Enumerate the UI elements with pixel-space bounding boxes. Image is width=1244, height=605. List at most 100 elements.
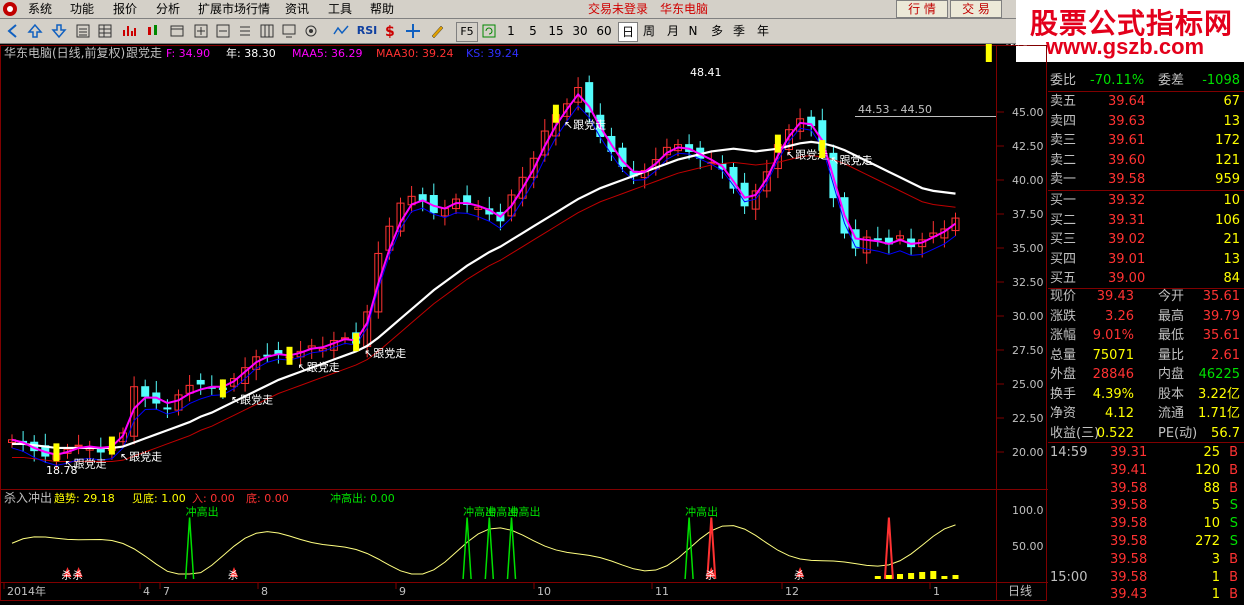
period-n[interactable]: N xyxy=(686,22,700,40)
weibi-value: -70.11% xyxy=(1090,73,1145,88)
up-arrow-icon[interactable] xyxy=(26,22,44,40)
menu-quote[interactable]: 报价 xyxy=(113,1,137,17)
bid-row: 买一 39.32 10 xyxy=(1048,192,1244,210)
stat-label: 总量 xyxy=(1050,347,1077,363)
target-icon[interactable] xyxy=(302,22,320,40)
subchart-title: 杀入冲出 xyxy=(4,490,52,505)
period-15min[interactable]: 15 xyxy=(546,22,566,40)
stat-value: 46225 xyxy=(1198,367,1240,382)
header-nian-value: 年: 38.30 xyxy=(226,46,276,60)
zoom-in-icon[interactable] xyxy=(192,22,210,40)
toolbar: RSI $ F5 1 5 15 30 60 日 周 月 N 多 季 年 xyxy=(0,19,1016,44)
money-icon[interactable]: $ xyxy=(380,22,398,40)
monitor-icon[interactable] xyxy=(280,22,298,40)
period-1min[interactable]: 1 xyxy=(504,22,518,40)
signal-label: ↖跟党走 xyxy=(231,393,273,406)
down-arrow-icon[interactable] xyxy=(50,22,68,40)
weicha-value: -1098 xyxy=(1202,73,1240,88)
menu-help[interactable]: 帮助 xyxy=(370,1,394,17)
tick-price: 39.58 xyxy=(1110,516,1148,532)
candle-body xyxy=(873,238,882,241)
x-tick-label: 2014年 xyxy=(7,584,46,598)
header-ks-value: KS: 39.24 xyxy=(466,47,519,60)
menu-extended-market[interactable]: 扩展市场行情 xyxy=(198,1,270,17)
signal-label: ↖跟党走 xyxy=(830,154,872,167)
candle-body xyxy=(74,444,83,447)
table-icon[interactable] xyxy=(96,22,114,40)
tick-price: 39.58 xyxy=(1110,551,1148,567)
rush-spike xyxy=(484,517,495,580)
ask-row: 卖三 39.61 172 xyxy=(1048,132,1244,150)
pencil-icon[interactable] xyxy=(428,22,446,40)
signal-marker xyxy=(985,44,992,62)
bar-chart-icon[interactable] xyxy=(120,22,138,40)
menu-function[interactable]: 功能 xyxy=(70,1,94,17)
chart-stock-title: 华东电脑(日线,前复权) xyxy=(4,45,125,60)
period-60min[interactable]: 60 xyxy=(594,22,614,40)
tick-side: S xyxy=(1229,498,1238,514)
price-tick-label: 37.50 xyxy=(1012,208,1044,221)
app-logo-icon xyxy=(3,2,17,16)
signal-marker xyxy=(353,333,360,352)
stat-value: 2.61 xyxy=(1211,347,1240,363)
lines-icon[interactable] xyxy=(236,22,254,40)
period-multi[interactable]: 多 xyxy=(708,22,726,40)
menu-tools[interactable]: 工具 xyxy=(328,1,352,17)
period-5min[interactable]: 5 xyxy=(526,22,540,40)
kill-label: 杀 xyxy=(794,569,804,582)
stat-label: 换手 xyxy=(1050,386,1077,402)
chart-area[interactable]: 华东电脑(日线,前复权) 跟党走 F: 34.90 年: 38.30 MAA5:… xyxy=(0,34,1048,602)
signal-label: ↖跟党走 xyxy=(997,44,1039,47)
chart-indicator-name: 跟党走 xyxy=(126,45,162,60)
x-tick-label: 10 xyxy=(537,585,551,598)
quote-button[interactable]: 行 情 xyxy=(896,0,948,18)
move-icon[interactable] xyxy=(404,22,422,40)
signal-label: ↖跟党走 xyxy=(120,451,162,464)
kill-label: 杀 xyxy=(228,569,238,582)
stat-label: 最低 xyxy=(1158,328,1185,343)
signal-label: ↖跟党走 xyxy=(564,119,606,132)
ask-volume: 67 xyxy=(1223,94,1240,109)
rsi-button[interactable]: RSI xyxy=(356,22,378,40)
quote-panel: 委比 -70.11% 委差 -1098 卖五 39.64 67 卖四 39.63 13 卖三 39.6… xyxy=(1048,62,1244,602)
tick-side: B xyxy=(1229,445,1238,460)
stat-value: 1.71亿 xyxy=(1198,406,1240,421)
candle-icon[interactable] xyxy=(144,22,162,40)
period-week[interactable]: 周 xyxy=(640,22,658,40)
subchart-plot: 冲高出 冲高出冲高出冲高出 冲高出杀杀杀杀杀 xyxy=(11,505,959,582)
refresh-icon[interactable] xyxy=(480,22,498,40)
wave-icon[interactable] xyxy=(332,22,350,40)
kline-chart[interactable]: 华东电脑(日线,前复权) 跟党走 F: 34.90 年: 38.30 MAA5:… xyxy=(0,34,1048,602)
period-month[interactable]: 月 xyxy=(664,22,682,40)
period-tab-daily[interactable]: 日线 xyxy=(1008,584,1032,598)
signal-marker xyxy=(552,104,559,123)
grid-icon[interactable] xyxy=(258,22,276,40)
back-arrow-icon[interactable] xyxy=(4,22,22,40)
bid-row: 买二 39.31 106 xyxy=(1048,212,1244,230)
watermark-url: www.gszb.com xyxy=(1046,34,1205,59)
menu-news[interactable]: 资讯 xyxy=(285,1,309,17)
menu-system[interactable]: 系统 xyxy=(28,1,52,17)
period-quarter[interactable]: 季 xyxy=(730,22,748,40)
period-year[interactable]: 年 xyxy=(754,22,772,40)
tick-row: 39.58 88 B xyxy=(1048,480,1244,498)
zoom-out-icon[interactable] xyxy=(214,22,232,40)
menu-analysis[interactable]: 分析 xyxy=(156,1,180,17)
trade-button[interactable]: 交 易 xyxy=(950,0,1002,18)
window-icon[interactable] xyxy=(168,22,186,40)
f5-button[interactable]: F5 xyxy=(456,22,478,42)
stat-value: 0.522 xyxy=(1096,425,1134,441)
price-tick-label: 32.50 xyxy=(1012,276,1044,289)
period-30min[interactable]: 30 xyxy=(570,22,590,40)
stat-value: 75071 xyxy=(1092,347,1134,363)
list-icon[interactable] xyxy=(74,22,92,40)
period-day[interactable]: 日 xyxy=(618,22,638,42)
price-tick-label: 35.00 xyxy=(1012,242,1044,255)
tick-price: 39.31 xyxy=(1110,445,1148,460)
tick-volume: 5 xyxy=(1211,498,1220,514)
price-tick-label: 22.50 xyxy=(1012,412,1044,425)
x-tick-label: 8 xyxy=(261,585,268,598)
signal-marker xyxy=(286,346,293,365)
price-tick-label: 25.00 xyxy=(1012,378,1044,391)
subchart-trend: 趋势: 29.18 xyxy=(54,492,115,505)
